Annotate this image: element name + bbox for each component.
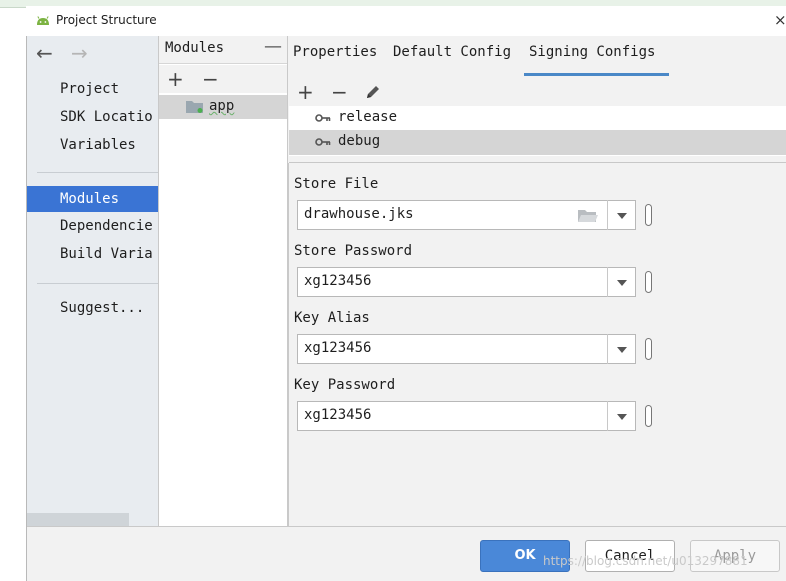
sidebar-divider: [37, 172, 158, 173]
expand-field-icon[interactable]: [645, 271, 652, 293]
remove-module-icon[interactable]: −: [202, 67, 219, 91]
sidebar-item-modules-label: Modules: [60, 191, 120, 207]
sidebar-item-suggestions[interactable]: Suggest...: [60, 297, 158, 319]
module-folder-icon: [186, 101, 203, 113]
signing-configs-toolbar: [288, 78, 786, 106]
store-file-label: Store File: [294, 176, 379, 192]
combo-divider: [607, 401, 608, 431]
module-item-app-label: app: [209, 98, 235, 114]
store-password-value: xg123456: [304, 273, 372, 289]
tab-signing-configs[interactable]: Signing Configs: [529, 44, 655, 60]
store-password-label: Store Password: [294, 243, 413, 259]
key-password-value: xg123456: [304, 407, 372, 423]
remove-signing-config-icon[interactable]: −: [331, 80, 348, 104]
sidebar-horizontal-scrollbar[interactable]: [27, 513, 129, 526]
sidebar-divider: [37, 283, 158, 284]
sidebar-item-sdk-location[interactable]: SDK Locatio: [60, 106, 158, 128]
add-signing-config-icon[interactable]: +: [297, 80, 314, 104]
key-alias-label: Key Alias: [294, 310, 370, 326]
modules-title: Modules: [165, 40, 225, 56]
expand-field-icon[interactable]: [645, 405, 652, 427]
key-alias-value: xg123456: [304, 340, 372, 356]
chevron-down-icon[interactable]: [617, 213, 627, 219]
store-file-value: drawhouse.jks: [304, 206, 414, 222]
combo-divider: [607, 267, 608, 297]
sidebar-item-build-variants[interactable]: Build Varia: [60, 243, 158, 265]
pencil-icon[interactable]: [364, 83, 382, 101]
sidebar-item-project[interactable]: Project: [60, 78, 158, 100]
key-icon: [315, 114, 331, 122]
expand-field-icon[interactable]: [645, 204, 652, 226]
add-module-icon[interactable]: +: [167, 67, 184, 91]
chevron-down-icon[interactable]: [617, 414, 627, 420]
signing-config-debug-label: debug: [338, 133, 381, 149]
back-arrow-icon[interactable]: ←: [36, 41, 53, 65]
key-icon: [315, 138, 331, 146]
tab-default-config[interactable]: Default Config: [393, 44, 511, 60]
chevron-down-icon[interactable]: [617, 280, 627, 286]
tab-properties[interactable]: Properties: [293, 44, 377, 60]
close-icon[interactable]: ×: [774, 11, 786, 29]
window-title: Project Structure: [56, 13, 157, 27]
sidebar-item-variables[interactable]: Variables: [60, 134, 158, 156]
folder-browse-icon[interactable]: [578, 209, 598, 223]
signing-config-release-label: release: [338, 109, 398, 125]
forward-arrow-icon[interactable]: →: [71, 41, 88, 65]
collapse-panel-icon[interactable]: —: [264, 36, 282, 57]
key-password-label: Key Password: [294, 377, 396, 393]
chevron-down-icon[interactable]: [617, 347, 627, 353]
expand-field-icon[interactable]: [645, 338, 652, 360]
sidebar-item-dependencies[interactable]: Dependencie: [60, 215, 158, 237]
combo-divider: [607, 334, 608, 364]
watermark-text: https://blog.csdn.net/u013297881: [543, 554, 748, 568]
active-tab-indicator: [524, 73, 669, 76]
combo-divider: [607, 200, 608, 230]
android-icon: [37, 16, 49, 25]
